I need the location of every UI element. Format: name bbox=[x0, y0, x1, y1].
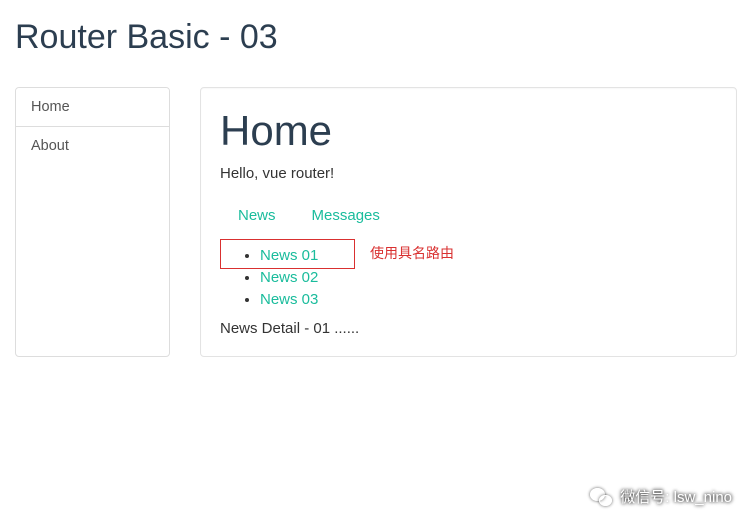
page-title: Router Basic - 03 bbox=[15, 18, 737, 57]
news-link-03[interactable]: News 03 bbox=[260, 291, 318, 308]
list-item: News 01 bbox=[260, 245, 717, 267]
wechat-icon bbox=[590, 488, 612, 506]
main-heading: Home bbox=[220, 107, 717, 155]
tab-news[interactable]: News bbox=[220, 200, 294, 231]
sidebar-item-about[interactable]: About bbox=[16, 127, 169, 165]
news-link-02[interactable]: News 02 bbox=[260, 269, 318, 286]
news-link-01[interactable]: News 01 bbox=[260, 247, 318, 264]
tabs: News Messages bbox=[220, 200, 717, 231]
list-item: News 02 bbox=[260, 267, 717, 289]
main-panel: Home Hello, vue router! News Messages 使用… bbox=[200, 87, 737, 357]
tab-messages[interactable]: Messages bbox=[294, 200, 398, 231]
greeting-text: Hello, vue router! bbox=[220, 165, 717, 182]
sidebar-item-home[interactable]: Home bbox=[16, 88, 169, 127]
news-detail: News Detail - 01 ...... bbox=[220, 320, 717, 337]
layout: Home About Home Hello, vue router! News … bbox=[15, 87, 737, 357]
sidebar: Home About bbox=[15, 87, 170, 357]
list-item: News 03 bbox=[260, 289, 717, 311]
highlight-annotation: 使用具名路由 bbox=[370, 243, 454, 263]
news-list: 使用具名路由 News 01 News 02 News 03 bbox=[220, 245, 717, 310]
